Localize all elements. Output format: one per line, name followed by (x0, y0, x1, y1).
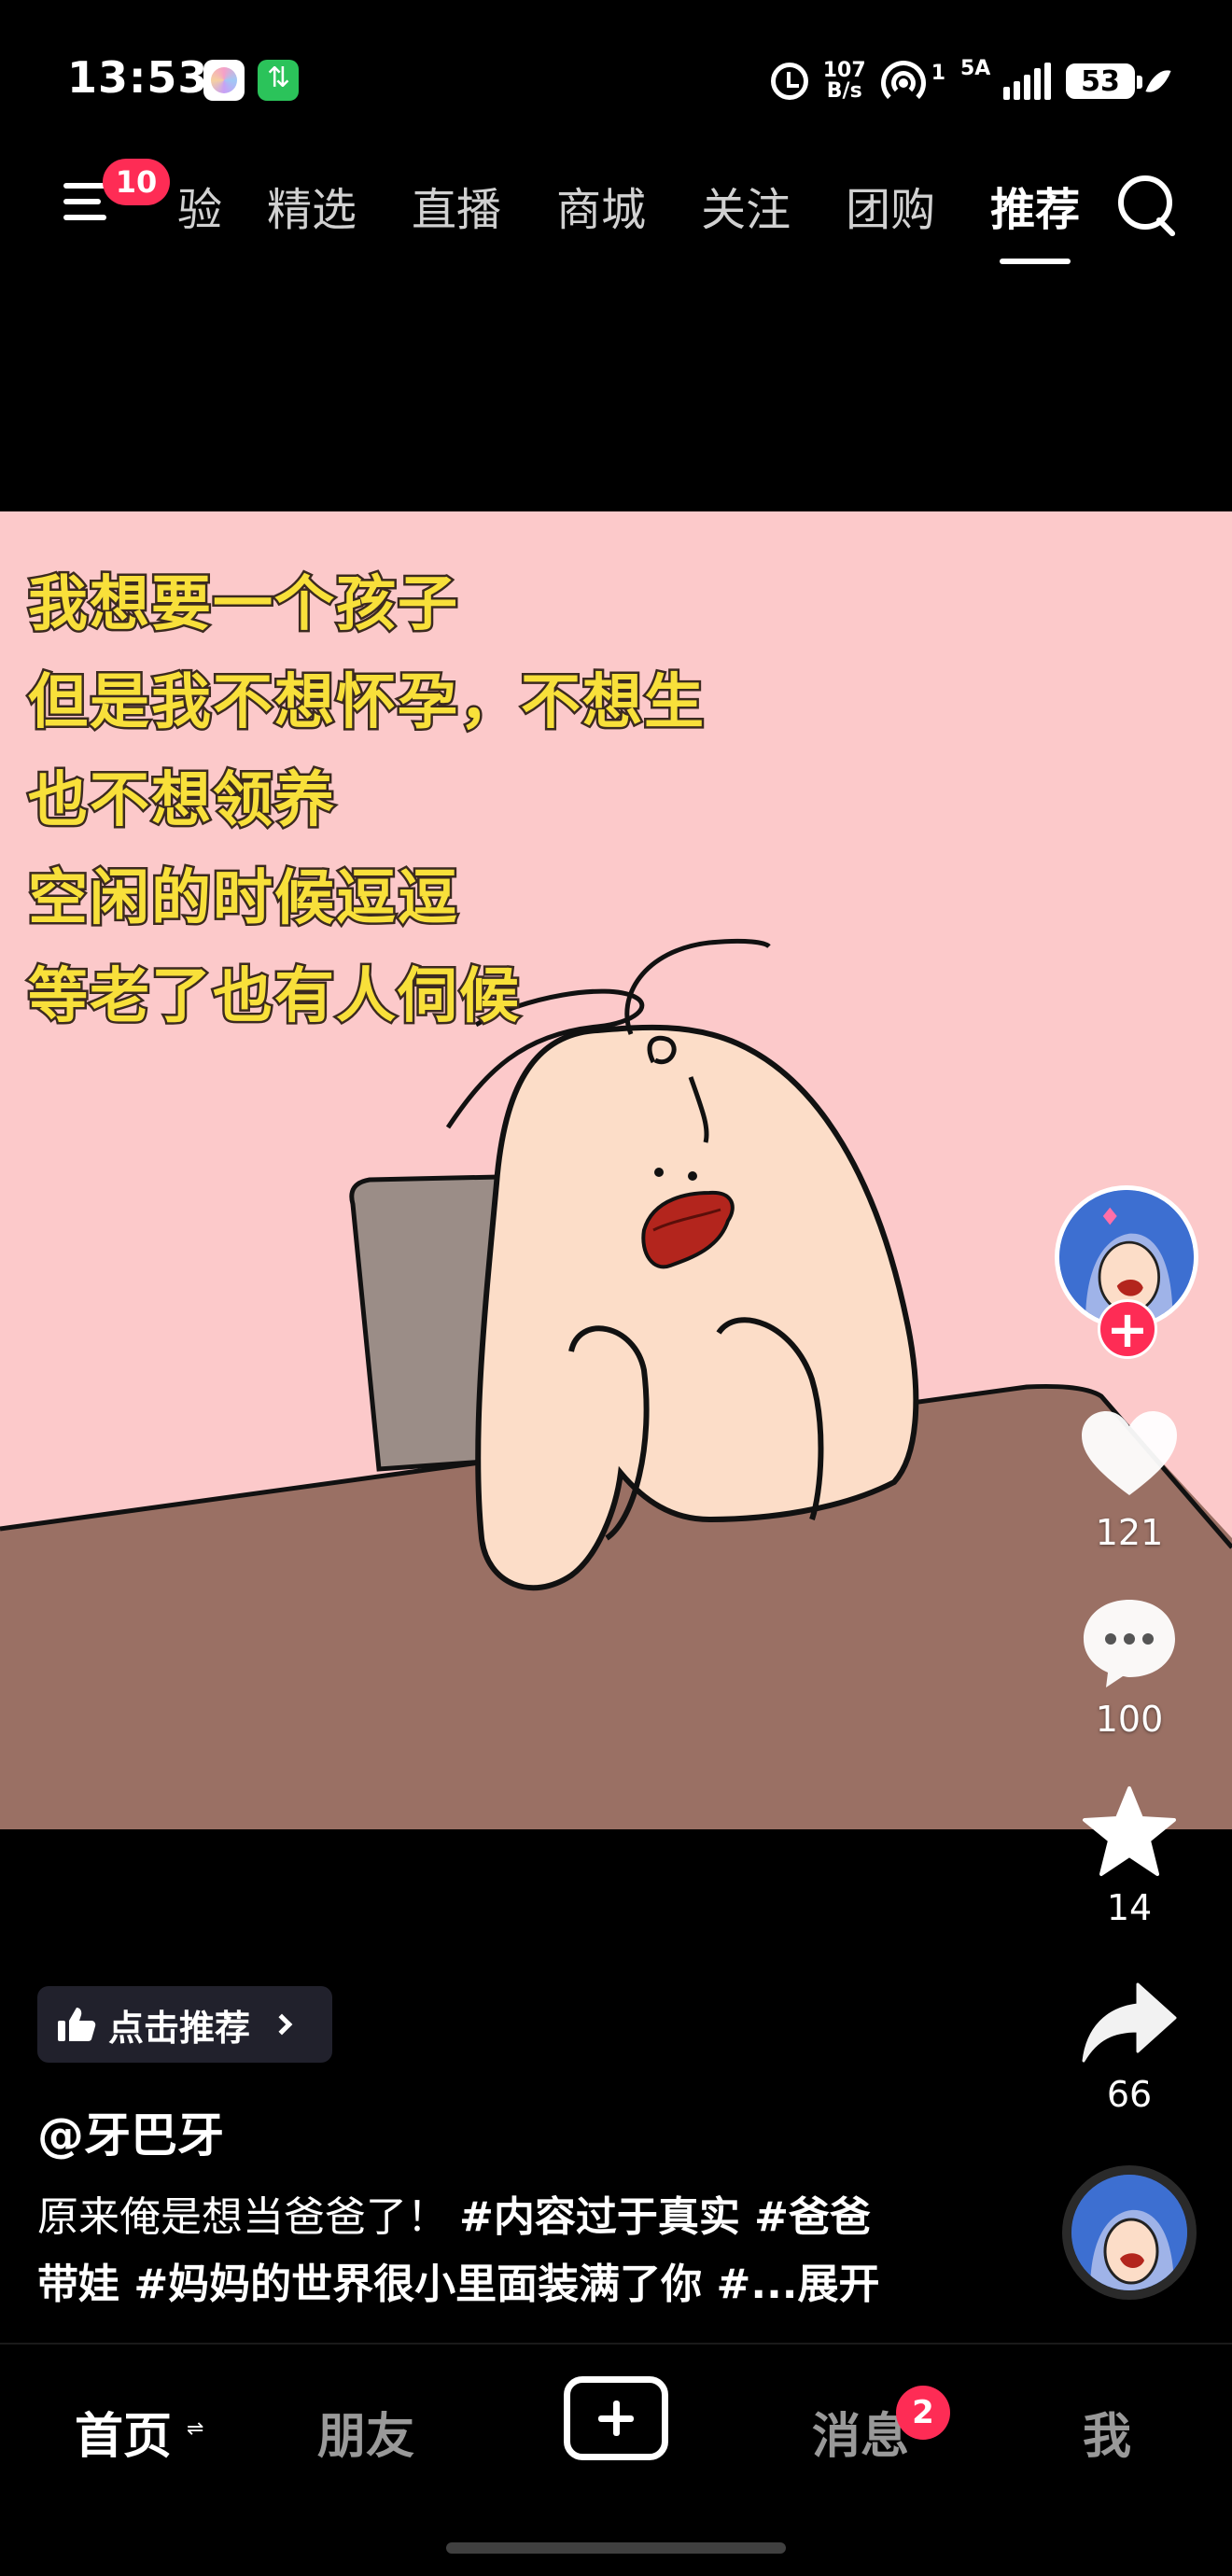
favorite-action[interactable]: 14 (1055, 1785, 1204, 1928)
author-name[interactable]: @牙巴牙 (37, 2098, 224, 2165)
video-description[interactable]: 原来俺是想当爸爸了！ #内容过于真实 #爸爸 带娃 #妈妈的世界很小里面装满了你 … (37, 2184, 952, 2318)
follow-button[interactable]: + (1098, 1299, 1157, 1359)
signal-icon: 5A (960, 57, 1051, 100)
comment-action[interactable]: 100 (1055, 1596, 1204, 1740)
caption-line: 空闲的时候逗逗 (26, 862, 460, 936)
expand-link[interactable]: 展开 (798, 2261, 880, 2308)
star-icon (1083, 1786, 1176, 1876)
share-icon (1082, 1982, 1177, 2063)
heart-icon (1082, 1411, 1177, 1495)
nav-home[interactable]: 首页 (75, 2397, 172, 2467)
top-nav: 10 验 精选 直播 商城 关注 团购 推荐 (0, 159, 1232, 271)
favorite-count: 14 (1106, 1887, 1153, 1928)
music-disc[interactable] (1062, 2165, 1197, 2300)
chevron-right-icon (271, 2013, 293, 2036)
home-indicator[interactable] (446, 2542, 786, 2554)
net-speed-unit: B/s (826, 79, 862, 103)
nav-tabs: 验 精选 直播 商城 关注 团购 推荐 (177, 159, 1135, 264)
nav-messages[interactable]: 消息 (812, 2397, 909, 2467)
share-count: 66 (1106, 2074, 1153, 2115)
hashtags-line-2: 带娃 #妈妈的世界很小里面装满了你 #... (37, 2261, 798, 2308)
like-count: 121 (1095, 1512, 1164, 1553)
create-button[interactable] (564, 2376, 668, 2460)
share-action[interactable]: 66 (1055, 1981, 1204, 2115)
battery-icon: 53 (1066, 63, 1142, 99)
search-icon[interactable] (1116, 174, 1183, 241)
caption-line: 我想要一个孩子 (26, 568, 460, 642)
app-icon (203, 60, 245, 101)
thumbs-up-icon (58, 2008, 96, 2041)
net-speed-value: 107 (822, 59, 866, 82)
tab-recommended[interactable]: 推荐 (990, 173, 1080, 264)
caption-line: 等老了也有人伺候 (26, 960, 522, 1034)
hashtags-line-1: #内容过于真实 #爸爸 (459, 2193, 872, 2241)
description-text: 原来俺是想当爸爸了！ (37, 2193, 448, 2241)
caption-line: 但是我不想怀孕，不想生 (26, 666, 707, 740)
tab-live[interactable]: 直播 (412, 173, 501, 238)
comment-icon (1084, 1600, 1175, 1687)
messages-badge: 2 (896, 2386, 950, 2440)
recommend-label: 点击推荐 (108, 2007, 251, 2049)
menu-badge: 10 (103, 159, 170, 205)
bottom-nav: 首页 ⇌ 朋友 消息 2 我 (0, 2343, 1232, 2576)
transfer-icon (258, 60, 299, 101)
battery-level: 53 (1081, 64, 1120, 98)
tab-experience[interactable]: 验 (177, 173, 222, 238)
status-bar: 13:53 107 B/s 1 5A 53 (0, 0, 1232, 159)
switch-icon: ⇌ (187, 2417, 204, 2441)
recommend-button[interactable]: 点击推荐 (37, 1986, 332, 2063)
nav-friends[interactable]: 朋友 (317, 2397, 414, 2467)
like-action[interactable]: 121 (1055, 1409, 1204, 1553)
tab-following[interactable]: 关注 (701, 173, 791, 238)
tab-group-buy[interactable]: 团购 (846, 173, 935, 238)
nav-me[interactable]: 我 (1083, 2397, 1131, 2467)
video-player[interactable]: 我想要一个孩子 但是我不想怀孕，不想生 也不想领养 空闲的时候逗逗 等老了也有人… (0, 511, 1232, 1829)
status-time: 13:53 (67, 52, 209, 103)
hotspot-icon (880, 61, 931, 105)
caption-line: 也不想领养 (26, 764, 337, 838)
tab-mall[interactable]: 商城 (556, 173, 646, 238)
alarm-icon (770, 63, 808, 100)
leaf-icon (1145, 64, 1171, 98)
net-speed: 107 B/s (823, 61, 866, 102)
video-caption: 我想要一个孩子 但是我不想怀孕，不想生 也不想领养 空闲的时候逗逗 等老了也有人… (26, 556, 707, 1046)
comment-count: 100 (1095, 1699, 1164, 1740)
signal-label: 5A (960, 57, 991, 80)
status-indicators: 107 B/s 1 5A 53 (770, 56, 1171, 106)
tab-featured[interactable]: 精选 (267, 173, 357, 238)
hotspot-count: 1 (931, 61, 945, 85)
